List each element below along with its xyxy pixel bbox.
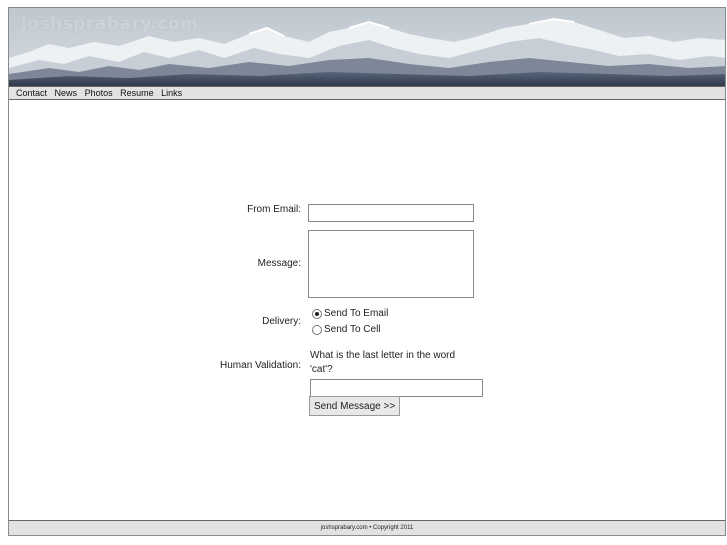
delivery-option-email[interactable]: Send To Email [312, 308, 388, 319]
validation-question: What is the last letter in the word 'cat… [310, 350, 456, 375]
nav-link-resume[interactable]: Resume [120, 87, 154, 99]
nav-link-news[interactable]: News [55, 87, 78, 99]
nav-link-links[interactable]: Links [161, 87, 182, 99]
header-banner: joshsprabary.com [9, 8, 725, 86]
nav-link-contact[interactable]: Contact [16, 87, 47, 99]
message-textarea[interactable] [308, 230, 474, 298]
validation-answer-input[interactable] [310, 379, 483, 397]
radio-email[interactable] [312, 308, 322, 319]
from-email-input[interactable] [308, 204, 474, 222]
human-validation-label: Human Validation: [220, 360, 301, 371]
radio-cell[interactable] [312, 324, 322, 335]
from-email-label: From Email: [247, 204, 301, 215]
page-frame: joshsprabary.com Contact News Photos Res… [8, 7, 726, 536]
nav-link-photos[interactable]: Photos [85, 87, 113, 99]
delivery-label: Delivery: [262, 316, 301, 327]
delivery-option-cell[interactable]: Send To Cell [312, 324, 381, 335]
footer-copyright: joshsprabary.com • Copyright 2011 [320, 525, 414, 531]
send-message-button[interactable]: Send Message >> [309, 396, 401, 416]
nav-bar: Contact News Photos Resume Links [9, 86, 725, 100]
delivery-option-email-label: Send To Email [324, 308, 389, 319]
delivery-option-cell-label: Send To Cell [324, 324, 381, 335]
footer: joshsprabary.com • Copyright 2011 [9, 520, 725, 535]
site-logo[interactable]: joshsprabary.com [21, 14, 198, 34]
message-label: Message: [257, 258, 301, 269]
